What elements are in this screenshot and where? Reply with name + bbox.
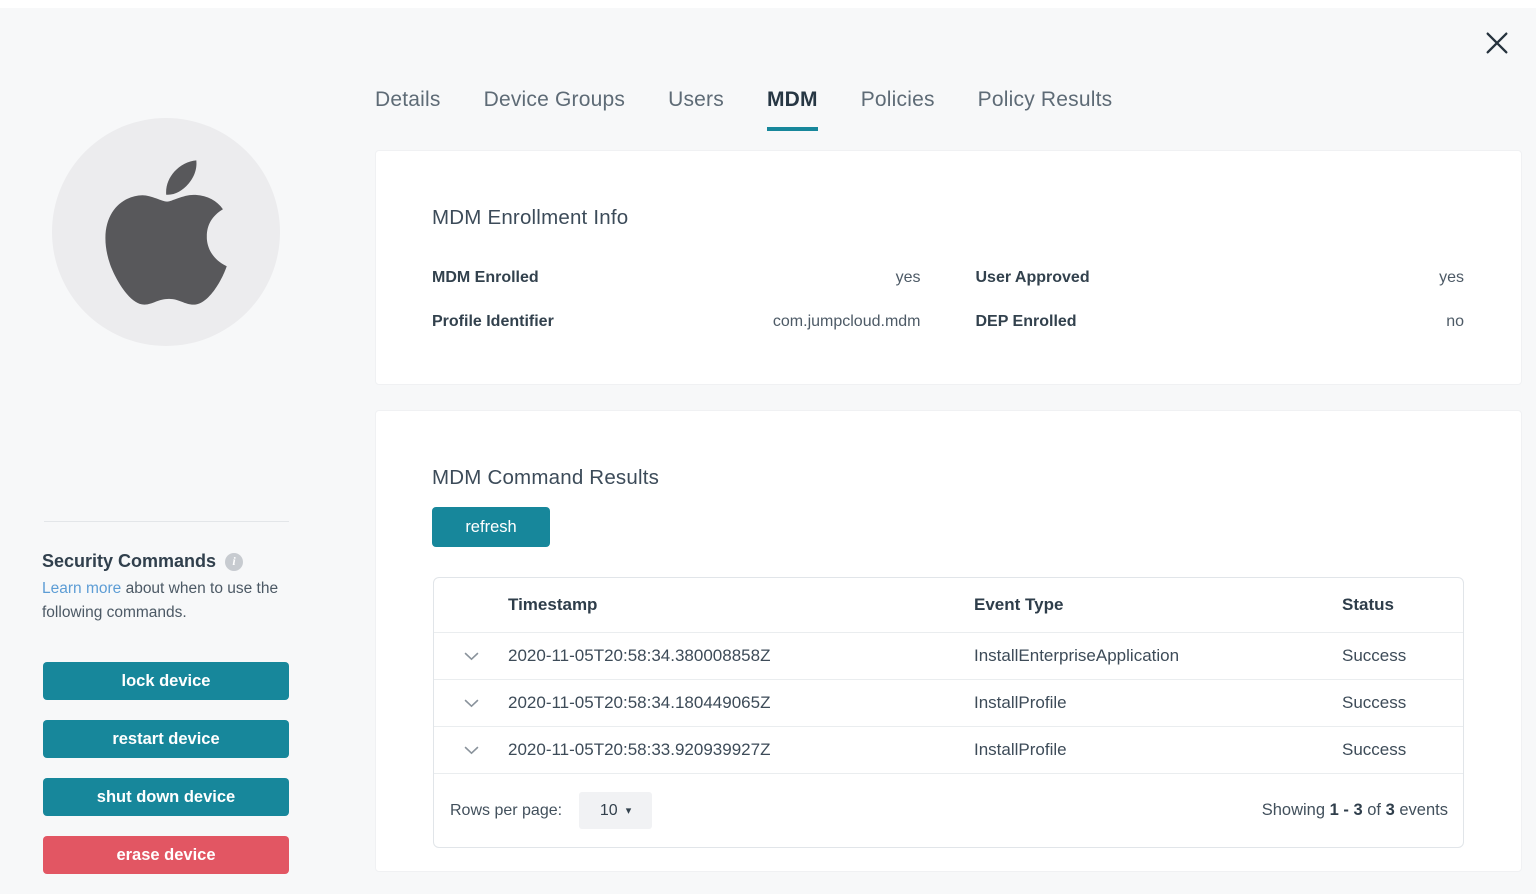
field-user-approved: User Approved yes [976,269,1465,287]
security-commands-description: Learn more about when to use the followi… [42,577,296,624]
table-row[interactable]: 2020-11-05T20:58:34.180449065Z InstallPr… [434,679,1463,726]
sidebar-divider [44,521,289,522]
field-value: yes [896,269,921,287]
mdm-enrollment-info-card: MDM Enrollment Info MDM Enrolled yes Use… [375,150,1522,385]
rows-per-page-select[interactable]: 10 ▾ [579,792,652,829]
showing-prefix: Showing [1262,801,1325,819]
shut-down-device-button[interactable]: shut down device [43,778,289,816]
field-value: no [1446,313,1464,331]
column-header-status: Status [1342,595,1463,615]
showing-range: 1 - 3 [1330,801,1363,819]
tab-device-groups[interactable]: Device Groups [484,88,626,131]
chevron-down-icon[interactable] [464,699,479,708]
cell-timestamp: 2020-11-05T20:58:34.380008858Z [508,646,974,666]
close-icon [1483,29,1511,57]
field-value: yes [1439,269,1464,287]
tab-bar: Details Device Groups Users MDM Policies… [375,88,1112,131]
cell-status: Success [1342,740,1463,760]
mdm-command-results-card: MDM Command Results refresh Timestamp Ev… [375,410,1522,872]
cell-timestamp: 2020-11-05T20:58:34.180449065Z [508,693,974,713]
cell-event-type: InstallProfile [974,740,1342,760]
tab-details[interactable]: Details [375,88,441,131]
command-results-table: Timestamp Event Type Status 2020-11-05T2… [433,577,1464,848]
rows-per-page-value: 10 [600,802,618,820]
column-header-timestamp: Timestamp [508,595,974,615]
tab-policies[interactable]: Policies [861,88,935,131]
restart-device-button[interactable]: restart device [43,720,289,758]
top-strip [0,0,1536,8]
table-row[interactable]: 2020-11-05T20:58:34.380008858Z InstallEn… [434,632,1463,679]
chevron-down-icon[interactable] [464,746,479,755]
table-footer: Rows per page: 10 ▾ Showing 1 - 3 of 3 e… [434,773,1463,847]
security-command-buttons: lock device restart device shut down dev… [43,662,289,894]
cell-status: Success [1342,646,1463,666]
cell-timestamp: 2020-11-05T20:58:33.920939927Z [508,740,974,760]
security-commands-heading: Security Commands i [42,551,243,572]
cell-event-type: InstallEnterpriseApplication [974,646,1342,666]
info-icon[interactable]: i [225,553,243,571]
learn-more-link[interactable]: Learn more [42,580,121,597]
showing-events-summary: Showing 1 - 3 of 3 events [1262,801,1448,820]
table-header-row: Timestamp Event Type Status [434,578,1463,632]
lock-device-button[interactable]: lock device [43,662,289,700]
mdm-command-results-title: MDM Command Results [432,466,659,490]
showing-total: 3 [1386,801,1395,819]
enrollment-fields: MDM Enrolled yes User Approved yes Profi… [432,269,1464,331]
field-label: User Approved [976,269,1090,287]
tab-mdm[interactable]: MDM [767,88,818,131]
device-avatar [52,118,280,346]
dropdown-caret-icon: ▾ [626,804,632,817]
mdm-enrollment-info-title: MDM Enrollment Info [432,206,628,230]
field-label: Profile Identifier [432,313,554,331]
tab-users[interactable]: Users [668,88,724,131]
chevron-down-icon[interactable] [464,652,479,661]
erase-device-button[interactable]: erase device [43,836,289,874]
field-dep-enrolled: DEP Enrolled no [976,313,1465,331]
close-button[interactable] [1478,24,1516,62]
security-commands-title: Security Commands [42,551,216,572]
cell-status: Success [1342,693,1463,713]
field-mdm-enrolled: MDM Enrolled yes [432,269,921,287]
field-profile-identifier: Profile Identifier com.jumpcloud.mdm [432,313,921,331]
tab-policy-results[interactable]: Policy Results [978,88,1113,131]
cell-event-type: InstallProfile [974,693,1342,713]
refresh-button[interactable]: refresh [432,507,550,547]
showing-suffix: events [1399,801,1448,819]
field-label: MDM Enrolled [432,269,539,287]
column-header-event-type: Event Type [974,595,1342,615]
field-label: DEP Enrolled [976,313,1077,331]
table-row[interactable]: 2020-11-05T20:58:33.920939927Z InstallPr… [434,726,1463,773]
showing-of: of [1367,801,1381,819]
field-value: com.jumpcloud.mdm [773,313,921,331]
apple-logo-icon [104,150,228,315]
rows-per-page-label: Rows per page: [450,802,562,820]
